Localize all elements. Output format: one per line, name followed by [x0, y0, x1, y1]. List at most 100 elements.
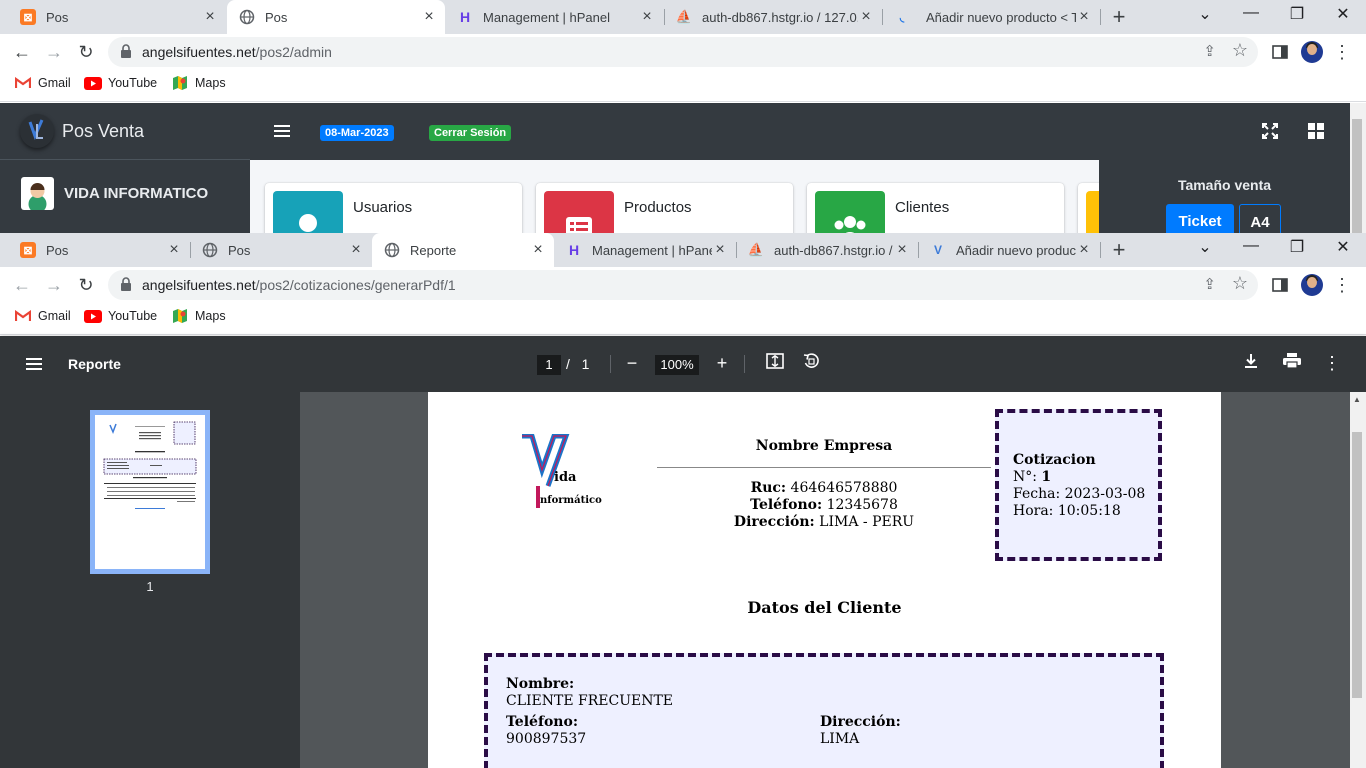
bookmark-star-icon[interactable]: ☆	[1232, 273, 1248, 294]
profile-avatar[interactable]	[1301, 41, 1323, 63]
page-scrollbar[interactable]	[1350, 103, 1366, 233]
share-icon[interactable]: ⇪	[1203, 275, 1216, 293]
ticket-button[interactable]: Ticket	[1166, 204, 1234, 233]
bookmark-star-icon[interactable]: ☆	[1232, 40, 1248, 61]
client-phone-label: Teléfono:	[506, 714, 578, 730]
rotate-icon[interactable]	[800, 352, 822, 375]
side-panel-icon[interactable]	[1268, 40, 1292, 64]
bookmark-gmail[interactable]: Gmail	[14, 76, 71, 90]
fullscreen-icon[interactable]	[1262, 123, 1278, 144]
card-label: Usuarios	[353, 199, 413, 216]
card-fourth[interactable]	[1078, 183, 1100, 233]
grid-icon[interactable]	[1308, 123, 1324, 144]
new-tab-button[interactable]: +	[1106, 237, 1132, 263]
pdf-scrollbar[interactable]: ▲	[1350, 392, 1366, 768]
hamburger-icon[interactable]	[274, 125, 290, 137]
tab-search-button[interactable]: ⌄	[1190, 237, 1220, 257]
card-clientes[interactable]: Clientes	[807, 183, 1064, 233]
tab-pos-1[interactable]: ⊠ Pos ×	[8, 233, 190, 267]
close-tab-icon[interactable]: ×	[894, 241, 910, 259]
close-tab-icon[interactable]: ×	[712, 241, 728, 259]
bookmark-label: Maps	[195, 76, 226, 90]
address-bar[interactable]: angelsifuentes.net/pos2/admin ⇪ ☆	[108, 37, 1258, 67]
card-usuarios[interactable]: Usuarios	[265, 183, 522, 233]
more-options-icon[interactable]: ⋮	[1321, 352, 1343, 374]
close-tab-icon[interactable]: ×	[1076, 8, 1092, 26]
print-icon[interactable]	[1281, 352, 1303, 374]
address-bar[interactable]: angelsifuentes.net/pos2/cotizaciones/gen…	[108, 270, 1258, 300]
logo-text-line2: nformático	[540, 495, 602, 506]
reload-icon[interactable]: ↻	[74, 273, 98, 297]
bookmark-youtube[interactable]: YouTube	[84, 76, 157, 90]
menu-kebab-icon[interactable]: ⋮	[1330, 40, 1354, 64]
quote-number: N°: 1	[1013, 469, 1051, 486]
close-tab-icon[interactable]: ×	[421, 8, 437, 26]
profile-avatar[interactable]	[1301, 274, 1323, 296]
tab-pos-2-active[interactable]: Pos ×	[227, 0, 445, 34]
zoom-input[interactable]: 100%	[655, 355, 699, 375]
client-address-value: LIMA	[820, 731, 860, 747]
close-window-button[interactable]: ✕	[1328, 4, 1358, 24]
hamburger-icon[interactable]	[26, 358, 42, 370]
close-tab-icon[interactable]: ×	[348, 241, 364, 259]
client-section-title: Datos del Cliente	[747, 598, 902, 617]
fit-page-icon[interactable]	[764, 352, 786, 375]
forward-icon[interactable]: →	[42, 273, 66, 297]
close-tab-icon[interactable]: ×	[1076, 241, 1092, 259]
tab-hpanel[interactable]: H Management | hPanel ×	[554, 233, 736, 267]
tab-phpmyadmin[interactable]: ⛵ auth-db867.hstgr.io / 127.0.0.1 ×	[736, 233, 918, 267]
close-tab-icon[interactable]: ×	[858, 8, 874, 26]
reload-icon[interactable]: ↻	[74, 40, 98, 64]
card-label: Clientes	[895, 199, 950, 216]
download-icon[interactable]	[1240, 352, 1262, 374]
pdf-thumbnail-sidebar: 1	[0, 392, 300, 768]
tab-divider	[1100, 9, 1101, 25]
tab-pos-2[interactable]: Pos ×	[190, 233, 372, 267]
pdf-toolbar: Reporte 1 / 1 − 100% + ⋮	[0, 336, 1366, 392]
tab-hpanel[interactable]: H Management | hPanel ×	[445, 0, 663, 34]
side-panel-icon[interactable]	[1268, 273, 1292, 297]
logout-badge[interactable]: Cerrar Sesión	[429, 125, 512, 141]
card-icon	[1086, 191, 1100, 233]
tab-phpmyadmin[interactable]: ⛵ auth-db867.hstgr.io / 127.0.0.1 ×	[664, 0, 882, 34]
restore-button[interactable]: ❐	[1282, 237, 1312, 257]
close-tab-icon[interactable]: ×	[639, 8, 655, 26]
page-thumbnail[interactable]	[90, 410, 210, 574]
scroll-up-icon[interactable]: ▲	[1353, 395, 1361, 404]
tab-pos-1[interactable]: ⊠ Pos ×	[8, 0, 226, 34]
close-tab-icon[interactable]: ×	[530, 241, 546, 259]
bookmark-maps[interactable]: Maps	[171, 76, 226, 90]
forward-icon[interactable]: →	[42, 40, 66, 64]
share-icon[interactable]: ⇪	[1203, 42, 1216, 60]
back-icon[interactable]: ←	[10, 40, 34, 64]
new-tab-button[interactable]: +	[1106, 4, 1132, 30]
user-name[interactable]: VIDA INFORMATICO	[64, 185, 208, 202]
back-icon[interactable]: ←	[10, 273, 34, 297]
close-window-button[interactable]: ✕	[1328, 237, 1358, 257]
page-number-input[interactable]: 1	[537, 355, 561, 375]
zoom-out-icon[interactable]: −	[621, 352, 643, 374]
tab-add-product[interactable]: V Añadir nuevo producto ×	[918, 233, 1100, 267]
globe-icon	[202, 242, 218, 258]
zoom-in-icon[interactable]: +	[711, 352, 733, 374]
tab-add-product[interactable]: ◟ Añadir nuevo producto < Tie ×	[882, 0, 1100, 34]
client-name-value: CLIENTE FRECUENTE	[506, 693, 674, 709]
tab-search-button[interactable]: ⌄	[1190, 4, 1220, 24]
a4-button[interactable]: A4	[1239, 204, 1281, 233]
tab-reporte-active[interactable]: Reporte ×	[372, 233, 554, 267]
bookmarks-bar: Gmail YouTube Maps	[0, 303, 1366, 335]
bookmark-youtube[interactable]: YouTube	[84, 309, 157, 323]
card-productos[interactable]: Productos	[536, 183, 793, 233]
bookmark-gmail[interactable]: Gmail	[14, 309, 71, 323]
pos-brand[interactable]: Pos Venta	[0, 103, 250, 160]
close-tab-icon[interactable]: ×	[166, 241, 182, 259]
minimize-button[interactable]: —	[1236, 4, 1266, 22]
quote-title: Cotizacion	[1013, 452, 1096, 468]
toolbar-divider	[610, 355, 611, 373]
restore-button[interactable]: ❐	[1282, 4, 1312, 24]
lock-icon	[121, 44, 131, 58]
close-tab-icon[interactable]: ×	[202, 8, 218, 26]
bookmark-maps[interactable]: Maps	[171, 309, 226, 323]
menu-kebab-icon[interactable]: ⋮	[1330, 273, 1354, 297]
minimize-button[interactable]: —	[1236, 237, 1266, 255]
